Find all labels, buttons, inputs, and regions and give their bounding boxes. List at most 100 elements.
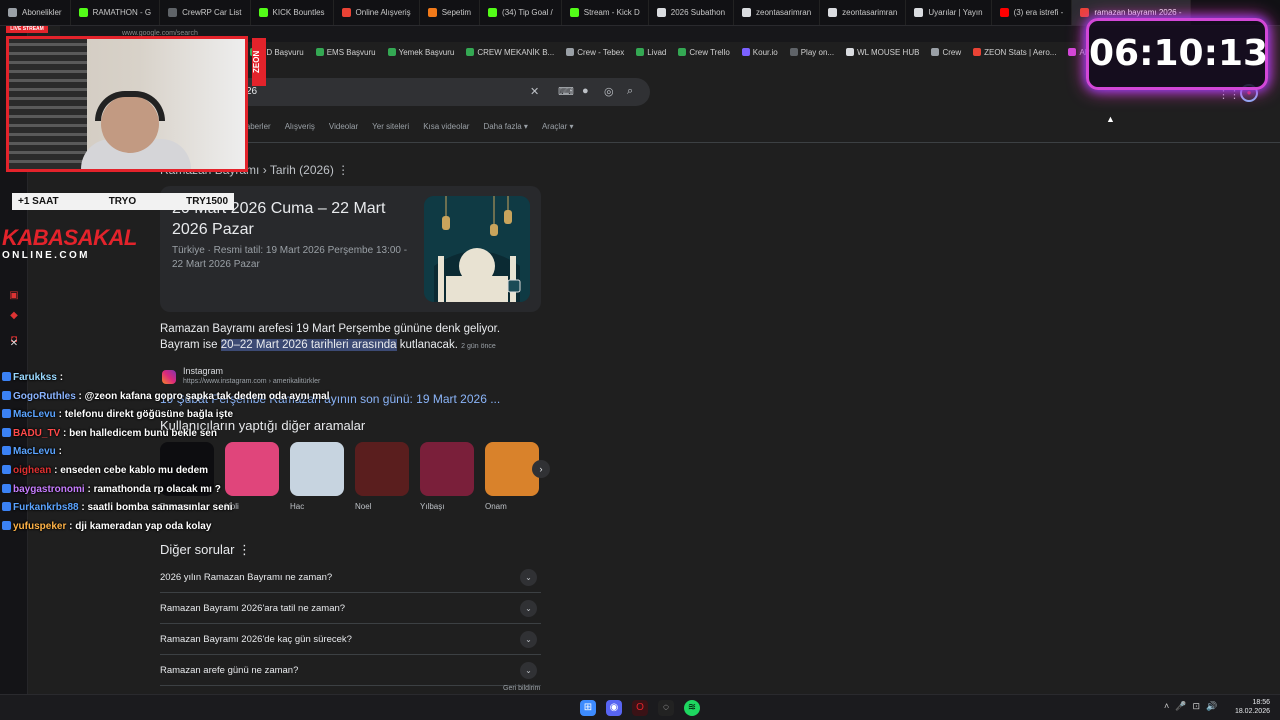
filter-tab[interactable]: Yer siteleri bbox=[372, 122, 409, 131]
chevron-right-icon[interactable]: › bbox=[532, 460, 550, 478]
obs-icon[interactable]: ◌ bbox=[658, 700, 674, 716]
bookmark-item[interactable]: Crew Trello bbox=[678, 48, 730, 57]
chat-username: oighean bbox=[13, 465, 52, 476]
highlighted-answer: 20–22 Mart 2026 tarihleri arasında bbox=[220, 339, 397, 351]
subathon-timer: 06:10:13 bbox=[1086, 18, 1268, 90]
related-search-item[interactable]: Onam bbox=[485, 442, 539, 511]
related-search-item[interactable]: Hac bbox=[290, 442, 344, 511]
bookmark-icon bbox=[973, 48, 982, 56]
tab-favicon-icon bbox=[1080, 8, 1090, 17]
chat-message: oighean : enseden cebe kablo mu dedem bbox=[2, 465, 208, 476]
question-row[interactable]: Ramazan arefe günü ne zaman? ⌄ bbox=[160, 655, 541, 686]
x-icon[interactable]: ✕ bbox=[8, 338, 20, 350]
search-box[interactable]: 26 ✕ ⌨ ● ◎ ⌕ bbox=[232, 78, 650, 106]
filter-tab[interactable]: Araçlar ▾ bbox=[542, 122, 574, 131]
tab-favicon-icon bbox=[488, 8, 498, 17]
filter-tab[interactable]: Alışveriş bbox=[285, 122, 315, 131]
tab-favicon-icon bbox=[914, 8, 924, 17]
bookmark-item[interactable]: Crew - Tebex bbox=[566, 48, 624, 57]
tab[interactable]: Sepetim bbox=[420, 0, 481, 25]
people-also-ask-title: Diğer sorular ⋮ bbox=[160, 542, 252, 557]
chevron-down-icon[interactable]: ⌄ bbox=[520, 631, 537, 648]
chat-username: Furkankrbs88 bbox=[13, 502, 79, 514]
chat-badge-icon bbox=[2, 409, 11, 419]
bookmark-item[interactable]: WL MOUSE HUB bbox=[846, 48, 919, 57]
related-search-item[interactable]: Yılbaşı bbox=[420, 442, 474, 511]
bookmark-icon bbox=[1068, 48, 1077, 56]
chat-text: @zeon kafana gopro şapka tak dedem oda a… bbox=[84, 390, 330, 402]
question-row[interactable]: 2026 yılın Ramazan Bayramı ne zaman? ⌄ bbox=[160, 562, 541, 593]
related-search-image bbox=[355, 442, 409, 496]
related-searches-row: Ramazan Holi Hac Noel Yılbaşı Onam bbox=[160, 442, 539, 511]
ramadan-image[interactable] bbox=[424, 196, 530, 302]
chat-username: MacLevu bbox=[13, 409, 56, 421]
tab[interactable]: zeontasarimran bbox=[820, 0, 907, 25]
tab[interactable]: zeontasarimran bbox=[734, 0, 821, 25]
chat-message: Farukkss : bbox=[2, 372, 63, 383]
tab[interactable]: Abonelikler bbox=[0, 0, 71, 25]
shield-icon[interactable]: ◆ bbox=[8, 310, 20, 322]
search-filters: Haberler Alışveriş Videolar Yer siteleri Kıs… bbox=[240, 122, 574, 131]
related-search-item[interactable]: Noel bbox=[355, 442, 409, 511]
chevron-down-icon[interactable]: ⌄ bbox=[520, 662, 537, 679]
chat-message: MacLevu : telefonu direkt göğüsüne bağla… bbox=[2, 409, 233, 420]
chat-badge-icon bbox=[2, 390, 11, 400]
chat-username: Farukkss bbox=[13, 372, 57, 383]
bookmark-item[interactable]: Kour.io bbox=[741, 48, 778, 57]
chat-badge-icon bbox=[2, 372, 11, 381]
chevron-down-icon[interactable]: ⌄ bbox=[520, 600, 537, 617]
chat-text: ben halledicem bunu bekle sen bbox=[69, 427, 217, 439]
microphone-icon[interactable]: ● bbox=[582, 85, 589, 97]
chat-text: dji kameradan yap oda kolay bbox=[75, 520, 212, 532]
question-row[interactable]: Ramazan Bayramı 2026'ara tatil ne zaman?… bbox=[160, 593, 541, 624]
feedback-link[interactable]: Geri bildirim bbox=[503, 685, 540, 692]
windows-start-icon[interactable]: ⊞ bbox=[580, 700, 596, 716]
bookmark-item[interactable]: Play on... bbox=[789, 48, 834, 57]
bookmark-item[interactable]: Yemek Başvuru bbox=[387, 48, 454, 57]
discord-icon[interactable]: ◉ bbox=[606, 700, 622, 716]
bookmark-icon bbox=[466, 48, 475, 56]
bookmark-item[interactable]: EMS Başvuru bbox=[315, 48, 376, 57]
tab[interactable]: RAMATHON - G bbox=[71, 0, 161, 25]
tab-favicon-icon bbox=[999, 8, 1009, 17]
bookmark-item[interactable]: ZEON Stats | Aero... bbox=[973, 48, 1056, 57]
tab[interactable]: (34) Tip Goal / bbox=[480, 0, 562, 25]
tab[interactable]: Online Alışveriş bbox=[334, 0, 420, 25]
bookmark-icon bbox=[741, 48, 750, 56]
related-search-item[interactable]: Ramazan bbox=[160, 442, 214, 511]
bookmark-item[interactable]: Crew bbox=[931, 48, 961, 57]
bookmark-icon bbox=[387, 48, 396, 56]
lens-icon[interactable]: ◎ bbox=[604, 85, 614, 98]
clear-icon[interactable]: ✕ bbox=[530, 85, 539, 98]
bookmark-item[interactable]: CREW MEKANİK B... bbox=[466, 48, 554, 57]
question-row[interactable]: Ramazan Bayramı 2026'de kaç gün sürecek?… bbox=[160, 624, 541, 655]
webcam-overlay bbox=[6, 36, 248, 172]
chat-username: MacLevu bbox=[13, 446, 56, 458]
system-tray[interactable]: ˄🎤⊡🔊 bbox=[1164, 701, 1223, 712]
bookmark-icon[interactable]: ▣ bbox=[8, 290, 20, 302]
tab[interactable]: KICK Bountles bbox=[251, 0, 334, 25]
filter-tab[interactable]: Videolar bbox=[329, 122, 358, 131]
tab-favicon-icon bbox=[258, 8, 268, 17]
tab[interactable]: 2026 Subathon bbox=[649, 0, 735, 25]
tab[interactable]: Stream - Kick D bbox=[562, 0, 649, 25]
related-search-item[interactable]: Holi bbox=[225, 442, 279, 511]
keyboard-icon[interactable]: ⌨ bbox=[558, 85, 574, 98]
search-icon[interactable]: ⌕ bbox=[627, 85, 633, 98]
answer-paragraph: Ramazan Bayramı arefesi 19 Mart Perşembe… bbox=[160, 323, 501, 351]
filter-tab[interactable]: Daha fazla ▾ bbox=[483, 122, 527, 131]
chat-text: ramathonda rp olacak mı ? bbox=[93, 483, 221, 495]
tab[interactable]: (3) era istrefi - bbox=[992, 0, 1073, 25]
tab[interactable]: CrewRP Car List bbox=[160, 0, 251, 25]
zeon-logo: ZEON bbox=[252, 38, 266, 86]
opera-icon[interactable]: O bbox=[632, 700, 648, 716]
system-clock: 18:56 18.02.2026 bbox=[1234, 699, 1270, 715]
spotify-icon[interactable]: ≋ bbox=[684, 700, 700, 716]
chat-message: yufuspeker : dji kameradan yap oda kolay bbox=[2, 520, 212, 532]
chevron-down-icon[interactable]: ⌄ bbox=[520, 569, 537, 586]
bookmark-icon bbox=[315, 48, 324, 56]
tab[interactable]: Uyarılar | Yayın bbox=[906, 0, 992, 25]
chat-message: MacLevu : bbox=[2, 446, 62, 457]
bookmark-item[interactable]: Livad bbox=[636, 48, 666, 57]
filter-tab[interactable]: Kısa videolar bbox=[423, 122, 469, 131]
